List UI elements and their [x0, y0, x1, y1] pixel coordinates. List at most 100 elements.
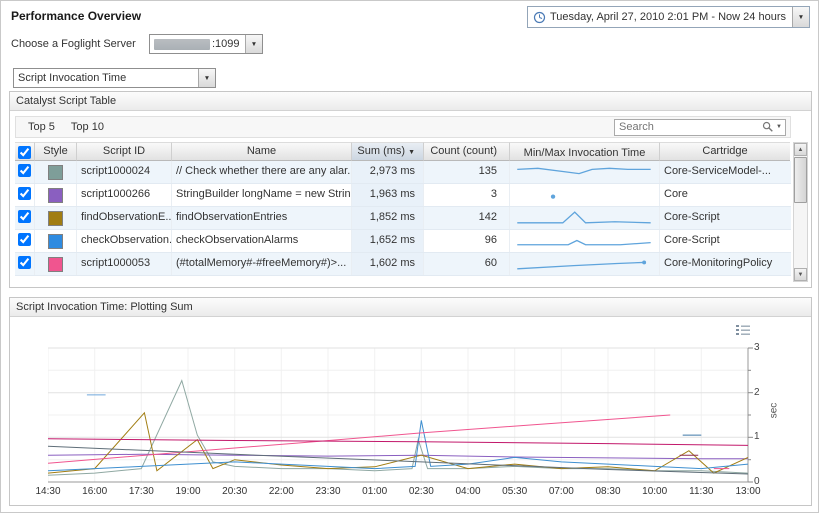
top10-button[interactable]: Top 10: [63, 119, 112, 135]
y-tick-label: 2: [754, 387, 768, 398]
style-swatch: [48, 188, 63, 203]
cell-cartridge: Core-ServiceModel-...: [660, 161, 790, 183]
x-tick-label: 02:30: [403, 486, 439, 497]
dropdown-arrow-icon: ▼: [251, 41, 257, 48]
cell-script-id: script1000266: [77, 184, 172, 206]
row-checkbox-cell[interactable]: [15, 184, 35, 206]
x-tick-label: 17:30: [123, 486, 159, 497]
sparkline: [514, 186, 655, 203]
x-tick-label: 04:00: [450, 486, 486, 497]
column-header-count[interactable]: Count (count): [424, 142, 510, 161]
row-checkbox[interactable]: [18, 164, 31, 177]
table-row[interactable]: script1000053 (#totalMemory#-#freeMemory…: [15, 253, 791, 276]
scroll-up-icon: ▲: [798, 147, 804, 153]
cell-name: findObservationEntries: [172, 207, 352, 229]
sum-header-label: Sum (ms): [357, 145, 405, 157]
sort-desc-icon: ▼: [408, 149, 415, 156]
server-select-label: Choose a Foglight Server: [11, 38, 136, 50]
row-checkbox[interactable]: [18, 256, 31, 269]
sparkline: [514, 209, 655, 226]
column-header-minmax[interactable]: Min/Max Invocation Time: [510, 142, 660, 161]
cell-sum: 2,973 ms: [352, 161, 424, 183]
x-tick-label: 10:00: [637, 486, 673, 497]
row-checkbox[interactable]: [18, 187, 31, 200]
x-tick-label: 14:30: [30, 486, 66, 497]
chart-panel: Script Invocation Time: Plotting Sum 14:…: [9, 297, 812, 506]
time-range-dropdown-arrow[interactable]: ▼: [792, 7, 809, 27]
x-tick-label: 01:00: [357, 486, 393, 497]
cell-sparkline: [510, 253, 660, 275]
search-options-arrow[interactable]: ▼: [776, 124, 782, 130]
page-title: Performance Overview: [11, 9, 141, 23]
cell-cartridge: Core-Script: [660, 207, 790, 229]
cell-sparkline: [510, 207, 660, 229]
scroll-down-icon: ▼: [798, 272, 804, 278]
column-header-sum[interactable]: Sum (ms)▼: [352, 142, 424, 161]
metric-select[interactable]: Script Invocation Time ▼: [13, 68, 216, 88]
table-panel-title: Catalyst Script Table: [10, 92, 811, 111]
cell-sparkline: [510, 230, 660, 252]
chart-body: 14:3016:0017:3019:0020:3022:0023:3001:00…: [10, 317, 811, 505]
table-row[interactable]: script1000024 // Check whether there are…: [15, 161, 791, 184]
column-header-cartridge[interactable]: Cartridge: [660, 142, 790, 161]
column-header-script-id[interactable]: Script ID: [77, 142, 172, 161]
table-row[interactable]: checkObservation... checkObservationAlar…: [15, 230, 791, 253]
cell-cartridge: Core: [660, 184, 790, 206]
x-tick-label: 20:30: [217, 486, 253, 497]
x-tick-label: 19:00: [170, 486, 206, 497]
scroll-up-button[interactable]: ▲: [794, 143, 807, 156]
cell-sum: 1,852 ms: [352, 207, 424, 229]
x-tick-label: 22:00: [263, 486, 299, 497]
cell-count: 60: [424, 253, 510, 275]
select-all-cell[interactable]: [15, 142, 35, 161]
cell-count: 96: [424, 230, 510, 252]
table-scrollbar[interactable]: ▲ ▼: [793, 142, 808, 282]
row-checkbox-cell[interactable]: [15, 253, 35, 275]
search-input[interactable]: [615, 121, 762, 133]
style-swatch: [48, 165, 63, 180]
style-swatch: [48, 211, 63, 226]
server-name-redacted: [154, 39, 210, 50]
table-row[interactable]: script1000266 StringBuilder longName = n…: [15, 184, 791, 207]
server-select[interactable]: :1099 ▼: [149, 34, 263, 54]
cell-sum: 1,963 ms: [352, 184, 424, 206]
cell-count: 3: [424, 184, 510, 206]
script-table: Style Script ID Name Sum (ms)▼ Count (co…: [15, 142, 791, 276]
column-header-style[interactable]: Style: [35, 142, 77, 161]
time-range-selector[interactable]: Tuesday, April 27, 2010 2:01 PM - Now 24…: [527, 6, 810, 28]
table-row[interactable]: findObservationE... findObservationEntri…: [15, 207, 791, 230]
server-select-arrow[interactable]: ▼: [245, 35, 262, 53]
chart-options-icon[interactable]: [736, 324, 751, 336]
row-checkbox-cell[interactable]: [15, 230, 35, 252]
cell-sparkline: [510, 161, 660, 183]
top5-button[interactable]: Top 5: [20, 119, 63, 135]
scroll-down-button[interactable]: ▼: [794, 268, 807, 281]
y-axis-title: sec: [768, 403, 779, 419]
row-checkbox-cell[interactable]: [15, 207, 35, 229]
row-style-cell: [35, 184, 77, 206]
select-all-checkbox[interactable]: [18, 146, 31, 159]
cell-sum: 1,652 ms: [352, 230, 424, 252]
dropdown-arrow-icon: ▼: [798, 14, 804, 21]
dropdown-arrow-icon: ▼: [204, 75, 210, 82]
column-header-name[interactable]: Name: [172, 142, 352, 161]
metric-select-arrow[interactable]: ▼: [198, 69, 215, 87]
cell-cartridge: Core-Script: [660, 230, 790, 252]
row-style-cell: [35, 207, 77, 229]
style-swatch: [48, 234, 63, 249]
cell-count: 135: [424, 161, 510, 183]
table-toolbar: Top 5 Top 10 ▼: [15, 116, 791, 138]
x-tick-label: 16:00: [77, 486, 113, 497]
scroll-thumb[interactable]: [794, 157, 807, 203]
row-checkbox-cell[interactable]: [15, 161, 35, 183]
row-checkbox[interactable]: [18, 210, 31, 223]
cell-name: checkObservationAlarms: [172, 230, 352, 252]
cell-script-id: script1000053: [77, 253, 172, 275]
search-box[interactable]: ▼: [614, 119, 786, 136]
row-checkbox[interactable]: [18, 233, 31, 246]
search-icon[interactable]: [762, 121, 774, 133]
clock-icon: [533, 11, 546, 24]
cell-cartridge: Core-MonitoringPolicy: [660, 253, 790, 275]
server-port: :1099: [212, 38, 240, 50]
cell-name: StringBuilder longName = new Strin...: [172, 184, 352, 206]
